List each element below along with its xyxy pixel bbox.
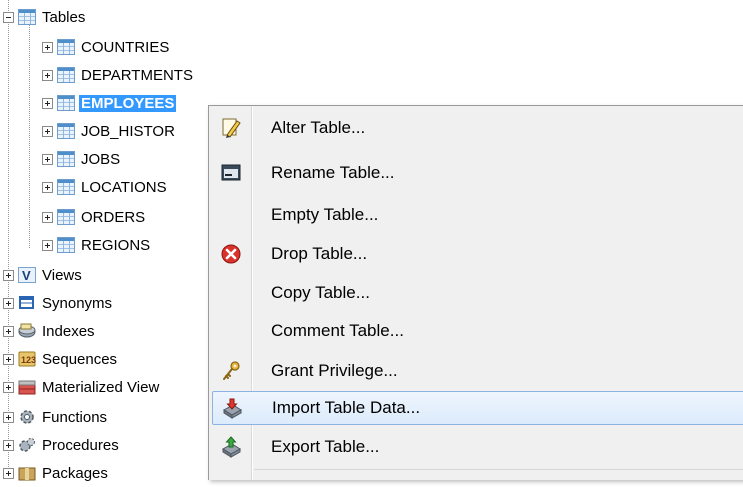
table-label: REGIONS [81, 236, 151, 254]
table-icon [57, 179, 75, 195]
menu-item-empty-table[interactable]: Empty Table... [212, 198, 743, 232]
table-label: COUNTRIES [81, 38, 170, 56]
tree-node-indexes[interactable]: Indexes [3, 317, 97, 345]
tree-guide [29, 22, 30, 248]
table-node-employees[interactable]: EMPLOYEES [42, 89, 177, 117]
menu-item-label: Import Table Data... [272, 398, 421, 417]
expand-icon[interactable] [42, 41, 53, 53]
rename-icon [212, 156, 250, 190]
tree-node-packages[interactable]: Packages [3, 459, 110, 487]
table-icon [57, 39, 75, 55]
tree-node-tables[interactable]: Tables [3, 3, 87, 31]
table-node-orders[interactable]: ORDERS [42, 203, 147, 231]
menu-item-label: Alter Table... [271, 118, 366, 137]
menu-item-grant-privilege[interactable]: Grant Privilege... [212, 354, 743, 388]
tree-node-label: Procedures [42, 436, 119, 454]
expand-icon[interactable] [3, 297, 14, 309]
expand-icon[interactable] [3, 269, 14, 281]
context-menu: Alter Table... Rename Table... Empty Tab… [208, 105, 743, 480]
table-label: JOBS [81, 150, 121, 168]
tree-node-label: Packages [42, 464, 108, 482]
expand-icon[interactable] [3, 467, 14, 479]
expand-icon[interactable] [42, 97, 53, 109]
expand-icon[interactable] [42, 153, 53, 165]
synonym-icon [18, 295, 36, 311]
menu-item-label: Copy Table... [271, 283, 370, 302]
menu-separator [254, 469, 743, 470]
menu-item-comment-table[interactable]: Comment Table... [212, 314, 743, 348]
index-icon [18, 323, 36, 339]
view-icon: V [18, 267, 36, 283]
pencil-icon [212, 111, 250, 145]
table-icon [57, 151, 75, 167]
table-label: DEPARTMENTS [81, 66, 193, 84]
table-icon [57, 67, 75, 83]
table-icon [57, 209, 75, 225]
function-icon [18, 409, 36, 425]
menu-item-label: Rename Table... [271, 163, 395, 182]
menu-item-label: Grant Privilege... [271, 361, 398, 380]
expand-icon[interactable] [3, 411, 14, 423]
menu-item-copy-table[interactable]: Copy Table... [212, 276, 743, 310]
menu-item-label: Empty Table... [271, 205, 379, 224]
materialized-view-icon [18, 379, 36, 395]
tree-node-label: Materialized View [42, 378, 160, 396]
tree-node-sequences[interactable]: 123 Sequences [3, 345, 119, 373]
collapse-icon[interactable] [3, 11, 14, 23]
table-icon [57, 123, 75, 139]
tree-node-synonyms[interactable]: Synonyms [3, 289, 114, 317]
table-icon [57, 237, 75, 253]
table-icon [57, 95, 75, 111]
import-icon [213, 391, 251, 425]
tree-node-label: Functions [42, 408, 108, 426]
menu-item-label: Comment Table... [271, 321, 404, 340]
tree-node-functions[interactable]: Functions [3, 403, 109, 431]
table-label: EMPLOYEES [79, 94, 177, 112]
expand-icon[interactable] [42, 181, 53, 193]
procedure-icon [18, 437, 36, 453]
table-label: JOB_HISTOR [81, 122, 175, 140]
tree-node-views[interactable]: V Views [3, 261, 84, 289]
expand-icon[interactable] [3, 325, 14, 337]
tree-node-procedures[interactable]: Procedures [3, 431, 121, 459]
table-node-countries[interactable]: COUNTRIES [42, 33, 171, 61]
expand-icon[interactable] [42, 239, 53, 251]
table-node-jobs[interactable]: JOBS [42, 145, 122, 173]
export-icon [212, 430, 250, 464]
tree-node-label: Synonyms [42, 294, 113, 312]
tree-node-label: Sequences [42, 350, 118, 368]
key-icon [212, 354, 250, 388]
svg-text:V: V [22, 268, 31, 283]
menu-item-drop-table[interactable]: Drop Table... [212, 237, 743, 271]
svg-text:123: 123 [21, 355, 36, 365]
expand-icon[interactable] [42, 125, 53, 137]
delete-icon [212, 237, 250, 271]
menu-item-label: Drop Table... [271, 244, 368, 263]
tree-node-label: Tables [42, 8, 86, 26]
table-node-locations[interactable]: LOCATIONS [42, 173, 169, 201]
sequence-icon: 123 [18, 351, 36, 367]
expand-icon[interactable] [42, 69, 53, 81]
expand-icon[interactable] [3, 439, 14, 451]
menu-item-export-table[interactable]: Export Table... [212, 430, 743, 464]
table-node-departments[interactable]: DEPARTMENTS [42, 61, 195, 89]
tree-node-label: Indexes [42, 322, 95, 340]
table-node-job-history[interactable]: JOB_HISTOR [42, 117, 177, 145]
table-node-regions[interactable]: REGIONS [42, 231, 152, 259]
expand-icon[interactable] [3, 381, 14, 393]
table-folder-icon [18, 9, 36, 25]
menu-item-alter-table[interactable]: Alter Table... [212, 111, 743, 145]
menu-item-rename-table[interactable]: Rename Table... [212, 156, 743, 190]
expand-icon[interactable] [3, 353, 14, 365]
expand-icon[interactable] [42, 211, 53, 223]
tree-node-label: Views [42, 266, 82, 284]
tree-node-materialized-views[interactable]: Materialized View [3, 373, 161, 401]
menu-item-import-table-data[interactable]: Import Table Data... [212, 391, 743, 425]
table-label: LOCATIONS [81, 178, 167, 196]
package-icon [18, 465, 36, 481]
table-label: ORDERS [81, 208, 146, 226]
menu-item-label: Export Table... [271, 437, 380, 456]
